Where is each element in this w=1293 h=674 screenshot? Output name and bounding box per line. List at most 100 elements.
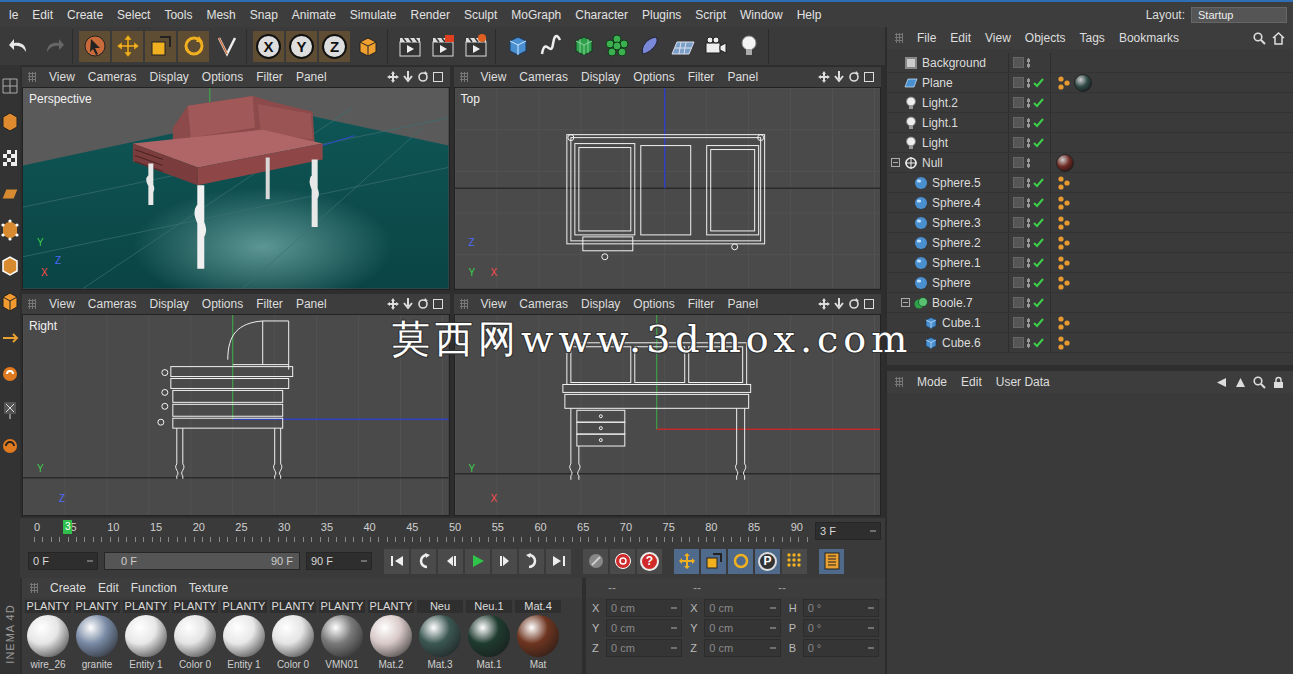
rotation-field[interactable]: 0 °	[803, 639, 879, 657]
viewport-menu-item[interactable]: Filter	[256, 70, 283, 84]
lock-button[interactable]	[0, 431, 20, 461]
select-button[interactable]	[79, 31, 110, 62]
cloner-button[interactable]	[601, 31, 632, 62]
visibility-dots-icon[interactable]	[1027, 118, 1030, 128]
phong-tag-icon[interactable]	[1056, 315, 1072, 331]
material-item[interactable]: PLANTYColor 0	[269, 600, 317, 671]
phong-tag-icon[interactable]	[1056, 215, 1072, 231]
phong-tag-icon[interactable]	[1056, 335, 1072, 351]
viewport-menu-item[interactable]: Cameras	[519, 297, 568, 311]
maximize-icon[interactable]	[432, 71, 444, 83]
material-item[interactable]: PLANTYgranite	[73, 600, 121, 671]
visibility-dots-icon[interactable]	[1027, 278, 1030, 288]
top-canvas[interactable]	[455, 88, 881, 289]
search-icon[interactable]	[1253, 32, 1266, 45]
redo-button[interactable]	[37, 31, 68, 62]
orbit-icon[interactable]	[848, 298, 860, 310]
attribute-menu-item[interactable]: Edit	[961, 375, 982, 389]
attribute-menu-item[interactable]: User Data	[996, 375, 1050, 389]
object-row[interactable]: Plane	[887, 73, 1293, 93]
material-item[interactable]: PLANTYEntity 1	[122, 600, 170, 671]
layer-box[interactable]	[1013, 257, 1024, 268]
rotation-field[interactable]: 0 °	[803, 599, 879, 617]
visible-check-icon[interactable]	[1033, 297, 1044, 308]
autokey-button[interactable]	[610, 549, 635, 574]
menu-item[interactable]: Snap	[243, 8, 285, 22]
phong-tag-icon[interactable]	[1056, 275, 1072, 291]
phong-tag-icon[interactable]	[1056, 255, 1072, 271]
make-editable-button[interactable]	[0, 71, 20, 101]
size-field[interactable]: 0 cm	[704, 619, 780, 637]
viewport-menu-item[interactable]: View	[481, 297, 507, 311]
object-menu-item[interactable]: File	[917, 31, 936, 45]
visibility-dots-icon[interactable]	[1027, 158, 1030, 168]
grip-icon[interactable]	[895, 377, 903, 387]
menu-item[interactable]: Window	[733, 8, 790, 22]
material-item[interactable]: PLANTYVMN01	[318, 600, 366, 671]
menu-item[interactable]: Render	[404, 8, 457, 22]
position-field[interactable]: 0 cm	[606, 639, 682, 657]
visible-check-icon[interactable]	[1033, 77, 1044, 88]
start-frame-field[interactable]: 0 F	[28, 552, 98, 570]
object-row[interactable]: Background	[887, 53, 1293, 73]
layer-box[interactable]	[1013, 217, 1024, 228]
camera-button[interactable]	[700, 31, 731, 62]
grip-icon[interactable]	[460, 299, 468, 309]
viewport-menu-item[interactable]: Panel	[296, 297, 327, 311]
visibility-dots-icon[interactable]	[1027, 58, 1030, 68]
material-item[interactable]: NeuMat.3	[416, 600, 464, 671]
material-item[interactable]: PLANTYwire_26	[24, 600, 72, 671]
help-button[interactable]: ?	[637, 549, 662, 574]
object-row[interactable]: Boole.7	[887, 293, 1293, 313]
visibility-dots-icon[interactable]	[1027, 338, 1030, 348]
zoom-icon[interactable]	[833, 298, 845, 310]
prev-key-button[interactable]	[411, 549, 436, 574]
visibility-dots-icon[interactable]	[1027, 98, 1030, 108]
viewport[interactable]: ViewCamerasDisplayOptionsFilterPanelRigh…	[22, 294, 450, 517]
search-icon[interactable]	[1253, 376, 1266, 389]
timeline-ruler[interactable]: 0510152025303540455055606570758085903	[28, 520, 809, 542]
viewport-canvas[interactable]: PerspectiveYZX	[22, 87, 450, 290]
object-menu-item[interactable]: Objects	[1025, 31, 1066, 45]
material-menu-item[interactable]: Texture	[189, 581, 228, 595]
visible-check-icon[interactable]	[1033, 97, 1044, 108]
object-menu-item[interactable]: Tags	[1080, 31, 1105, 45]
viewport-canvas[interactable]: TopZYX	[454, 87, 882, 290]
viewport[interactable]: ViewCamerasDisplayOptionsFilterPanelTopZ…	[454, 67, 882, 290]
phong-tag-icon[interactable]	[1056, 175, 1072, 191]
material-item[interactable]: Mat.4Mat	[514, 600, 562, 671]
visibility-dots-icon[interactable]	[1027, 238, 1030, 248]
visibility-dots-icon[interactable]	[1027, 318, 1030, 328]
maximize-icon[interactable]	[863, 298, 875, 310]
layer-box[interactable]	[1013, 77, 1024, 88]
prev-frame-button[interactable]	[438, 549, 463, 574]
viewport-menu-item[interactable]: Display	[149, 70, 188, 84]
polygons-button[interactable]	[0, 287, 20, 317]
floor-button[interactable]	[667, 31, 698, 62]
spline-button[interactable]	[535, 31, 566, 62]
layer-box[interactable]	[1013, 137, 1024, 148]
menu-item[interactable]: Select	[110, 8, 157, 22]
viewport-menu-item[interactable]: Display	[581, 297, 620, 311]
front-canvas[interactable]	[455, 315, 881, 516]
rotate-button[interactable]	[178, 31, 209, 62]
zoom-icon[interactable]	[402, 71, 414, 83]
menu-item[interactable]: Help	[790, 8, 829, 22]
object-row[interactable]: Sphere.3	[887, 213, 1293, 233]
up-arrow-icon[interactable]	[1234, 376, 1247, 389]
layer-box[interactable]	[1013, 117, 1024, 128]
object-row[interactable]: Cube.6	[887, 333, 1293, 353]
layer-box[interactable]	[1013, 317, 1024, 328]
key-rotate-button[interactable]	[728, 549, 753, 574]
visibility-dots-icon[interactable]	[1027, 258, 1030, 268]
visible-check-icon[interactable]	[1033, 117, 1044, 128]
object-menu-item[interactable]: View	[985, 31, 1011, 45]
viewport-menu-item[interactable]: Cameras	[88, 70, 137, 84]
material-tag-icon[interactable]	[1056, 154, 1074, 172]
layer-box[interactable]	[1013, 57, 1024, 68]
menu-item[interactable]: Sculpt	[457, 8, 504, 22]
play-button[interactable]	[465, 549, 490, 574]
grip-icon[interactable]	[28, 299, 36, 309]
material-menu-item[interactable]: Edit	[98, 581, 119, 595]
layer-box[interactable]	[1013, 297, 1024, 308]
